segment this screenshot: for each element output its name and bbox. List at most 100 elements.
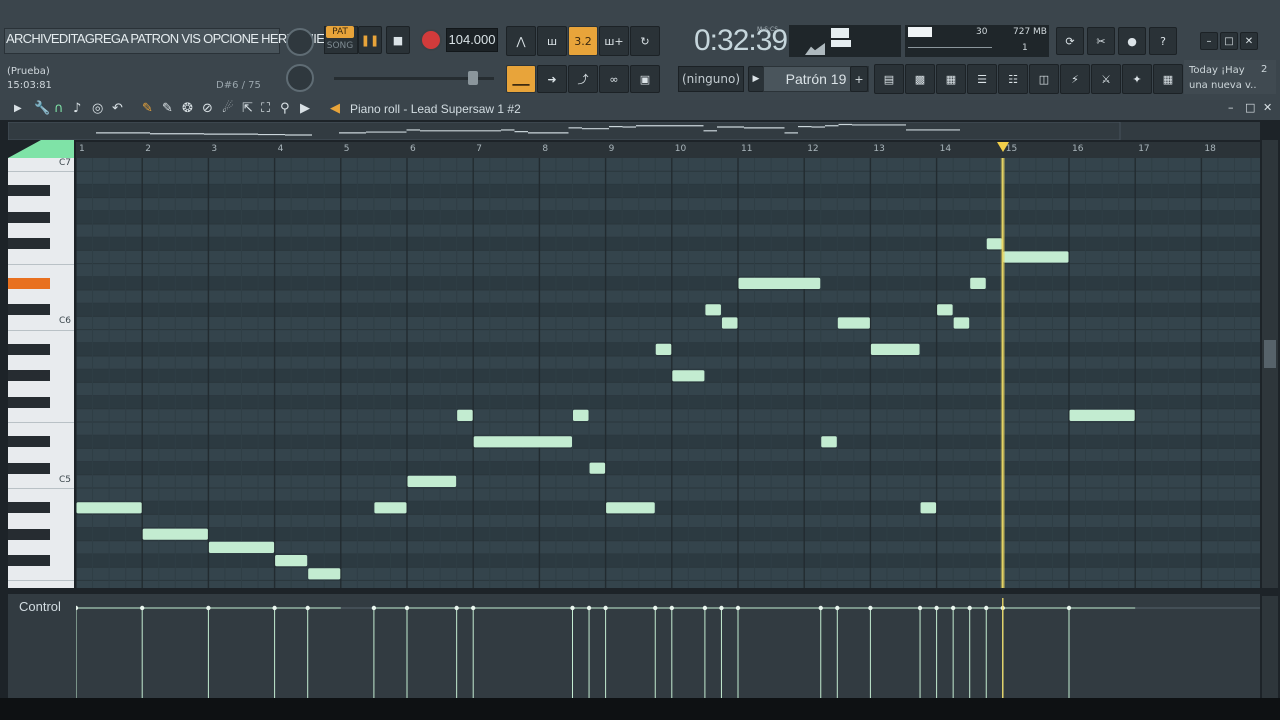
note[interactable]	[275, 555, 308, 567]
mixer-button[interactable]: ☰	[967, 64, 997, 94]
menu-edita[interactable]: EDITA	[51, 31, 86, 46]
piano-keyboard[interactable]: C7 C6 C5	[8, 158, 74, 588]
note[interactable]	[937, 304, 953, 316]
black-key[interactable]	[8, 528, 50, 540]
black-key[interactable]	[8, 555, 50, 566]
note[interactable]	[573, 409, 589, 421]
speaker-icon[interactable]: ◀	[330, 101, 340, 116]
playhead-marker[interactable]	[996, 142, 1009, 152]
prev-pattern-button[interactable]: ▶	[748, 66, 764, 92]
bar-number[interactable]: 16	[1072, 144, 1083, 154]
bar-number[interactable]: 3	[211, 144, 217, 154]
note[interactable]	[953, 317, 970, 329]
shop-button[interactable]: ▦	[1153, 64, 1183, 94]
bar-number[interactable]: 1	[79, 144, 85, 154]
tempo-tap-button[interactable]: ✦	[1122, 64, 1152, 94]
cut-tool-button[interactable]: ✂	[1087, 27, 1115, 55]
pr-close-icon[interactable]: ✕	[1263, 101, 1272, 114]
bar-number[interactable]: 4	[278, 144, 284, 154]
playback-icon[interactable]: ▶	[300, 101, 310, 116]
black-key[interactable]	[8, 396, 50, 408]
select-icon[interactable]: ⛶	[261, 101, 270, 116]
bar-number[interactable]: 17	[1138, 144, 1149, 154]
timeline-ruler[interactable]: 1 2 3 4 5 6 7 8 9 10 11 12 13 14 15 16 17 18	[76, 142, 1260, 158]
note[interactable]	[721, 317, 738, 329]
help-button[interactable]: ?	[1149, 27, 1177, 55]
note[interactable]	[705, 304, 721, 316]
note[interactable]	[870, 343, 920, 355]
playlist-button[interactable]: ▤	[874, 64, 904, 94]
black-key[interactable]	[8, 211, 50, 223]
play-pause-button[interactable]: ❚❚	[358, 26, 382, 54]
velocity-lane[interactable]	[73, 598, 1260, 698]
black-key[interactable]	[8, 343, 50, 355]
note[interactable]	[970, 277, 986, 289]
delete-icon[interactable]: ⊘	[202, 101, 213, 116]
note-grid[interactable]	[76, 158, 1260, 588]
black-key[interactable]	[8, 185, 50, 197]
browser-button[interactable]: ☷	[998, 64, 1028, 94]
piano-roll-title[interactable]: Piano roll - Lead Supersaw 1 #2	[350, 102, 521, 116]
wrench-icon[interactable]: 🔧	[34, 101, 50, 116]
channel-rack-button[interactable]: ▦	[936, 64, 966, 94]
plugin-picker-button[interactable]: ⤴	[568, 65, 598, 93]
song-mode-button[interactable]: SONG	[326, 40, 354, 52]
note[interactable]	[821, 436, 837, 448]
undo-history-button[interactable]: ⟳	[1056, 27, 1084, 55]
wait-input-button[interactable]: ш	[537, 26, 567, 56]
note[interactable]	[308, 568, 341, 580]
project-button[interactable]: ◫	[1029, 64, 1059, 94]
black-key[interactable]	[8, 370, 50, 382]
note[interactable]	[606, 502, 655, 514]
plugin-button[interactable]: ⚡	[1060, 64, 1090, 94]
note[interactable]	[738, 277, 821, 289]
snap-selector[interactable]: (ninguno)	[678, 66, 744, 92]
note[interactable]	[837, 317, 870, 329]
note[interactable]	[208, 541, 275, 553]
pattern-overview[interactable]	[7, 121, 1260, 141]
note[interactable]	[655, 343, 672, 355]
magnet-icon[interactable]: ∩	[54, 101, 64, 116]
black-key[interactable]	[8, 238, 50, 250]
brush-icon[interactable]: ✎	[162, 101, 173, 116]
note[interactable]	[473, 436, 572, 448]
step-edit-button[interactable]: 3.2	[568, 26, 598, 56]
bar-number[interactable]: 5	[344, 144, 350, 154]
bar-number[interactable]: 10	[675, 144, 686, 154]
app-close-button[interactable]: ✕	[1240, 32, 1258, 50]
note[interactable]	[457, 409, 473, 421]
menu-archivo[interactable]: ARCHIV	[6, 31, 52, 46]
menu-opciones[interactable]: OPCIONE	[203, 31, 259, 46]
brush-plus-icon[interactable]: ❂	[182, 101, 193, 116]
pr-minimize-icon[interactable]: –	[1228, 101, 1234, 114]
black-key[interactable]	[8, 462, 50, 474]
note[interactable]	[672, 370, 705, 382]
black-key[interactable]	[8, 502, 50, 514]
piano-roll-button[interactable]: ▩	[905, 64, 935, 94]
scrollbar-thumb[interactable]	[1264, 340, 1276, 368]
app-maximize-button[interactable]: □	[1220, 32, 1238, 50]
menu-arrow-icon[interactable]: ▶	[14, 103, 22, 114]
master-pitch-knob[interactable]	[286, 64, 314, 92]
pencil-icon[interactable]: ✎	[142, 101, 153, 116]
note[interactable]	[142, 528, 208, 540]
mute-icon[interactable]: ☄	[222, 101, 234, 116]
bar-number[interactable]: 9	[609, 144, 615, 154]
piano-roll-view-button[interactable]: ▁▁	[506, 65, 536, 93]
bar-number[interactable]: 8	[542, 144, 548, 154]
slice-icon[interactable]: ⇱	[242, 101, 253, 116]
note[interactable]	[374, 502, 407, 514]
bar-number[interactable]: 6	[410, 144, 416, 154]
target-icon[interactable]: ◎	[92, 101, 103, 116]
vertical-scrollbar[interactable]	[1262, 140, 1278, 588]
record-audio-button[interactable]: ●	[1118, 27, 1146, 55]
bar-number[interactable]: 2	[145, 144, 151, 154]
stop-button[interactable]: ■	[386, 26, 410, 54]
pr-maximize-icon[interactable]: □	[1245, 101, 1255, 114]
note[interactable]	[1003, 251, 1069, 263]
velocity-canvas[interactable]	[73, 598, 1260, 698]
next-button[interactable]: ➜	[537, 65, 567, 93]
add-pattern-button[interactable]: +	[850, 66, 868, 92]
bar-number[interactable]: 11	[741, 144, 752, 154]
typing-keyboard-button[interactable]: ▣	[630, 65, 660, 93]
